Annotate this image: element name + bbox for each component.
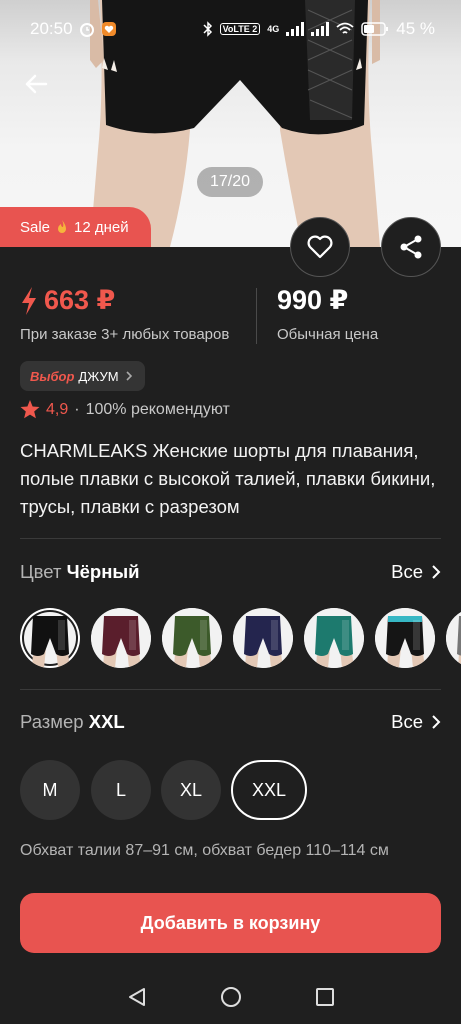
swatch-thumbnail bbox=[446, 612, 461, 668]
wifi-icon bbox=[336, 22, 354, 34]
color-swatch-selected[interactable] bbox=[20, 608, 80, 668]
back-button[interactable] bbox=[20, 68, 52, 100]
size-label: Размер bbox=[20, 711, 84, 732]
color-swatch[interactable] bbox=[91, 608, 151, 668]
rating-separator: · bbox=[74, 400, 80, 418]
nav-back-icon[interactable] bbox=[126, 986, 148, 1008]
image-counter: 17/20 bbox=[197, 167, 263, 197]
divider bbox=[20, 689, 441, 690]
color-label: Цвет bbox=[20, 561, 62, 582]
bluetooth-icon bbox=[203, 21, 212, 37]
choice-badge[interactable]: Выбор ДЖУМ bbox=[20, 361, 145, 391]
heart-icon bbox=[307, 235, 333, 259]
signal-icon-2 bbox=[311, 22, 330, 36]
swatch-thumbnail bbox=[162, 608, 222, 668]
size-selected: XXL bbox=[88, 711, 125, 732]
swatch-thumbnail bbox=[24, 612, 76, 668]
battery-level: 45 % bbox=[396, 19, 435, 38]
sale-badge: Sale 12 дней bbox=[0, 207, 151, 247]
rating-value: 4,9 bbox=[46, 400, 69, 418]
fire-icon bbox=[58, 220, 67, 233]
product-image[interactable]: 20:50 VoLTE 2 4G 45 % 17/20 Sale 12 дней bbox=[0, 0, 461, 247]
regular-price: 990 ₽ bbox=[277, 285, 349, 315]
nav-recents-icon[interactable] bbox=[314, 986, 336, 1008]
lightning-icon bbox=[22, 286, 36, 315]
size-header[interactable]: Размер XXL Все bbox=[20, 711, 441, 733]
alarm-icon bbox=[79, 23, 94, 37]
system-nav-bar bbox=[0, 970, 461, 1024]
network-gen-label: 4G bbox=[267, 24, 280, 34]
sale-price-value: 663 ₽ bbox=[44, 285, 116, 315]
color-swatch[interactable] bbox=[233, 608, 293, 668]
color-header[interactable]: Цвет Чёрный Все bbox=[20, 561, 441, 583]
status-time: 20:50 bbox=[30, 19, 73, 38]
status-bar: 20:50 VoLTE 2 4G 45 % bbox=[0, 0, 461, 58]
size-option[interactable]: M bbox=[20, 760, 80, 820]
badge-prefix: Выбор bbox=[30, 368, 75, 384]
chevron-right-icon bbox=[432, 565, 441, 579]
star-icon bbox=[20, 400, 40, 419]
sale-days: 12 дней bbox=[74, 218, 129, 236]
chevron-right-icon bbox=[126, 371, 132, 381]
share-icon bbox=[400, 235, 422, 259]
swatch-thumbnail bbox=[375, 608, 435, 668]
divider bbox=[20, 538, 441, 539]
size-note: Обхват талии 87–91 см, обхват бедер 110–… bbox=[20, 842, 389, 859]
sale-label: Sale bbox=[20, 218, 51, 236]
color-label-group: Цвет Чёрный bbox=[20, 561, 140, 583]
swatch-thumbnail bbox=[91, 608, 151, 668]
color-all-link[interactable]: Все bbox=[391, 561, 441, 583]
swatch-thumbnail bbox=[233, 608, 293, 668]
signal-icon bbox=[286, 22, 305, 36]
swatch-thumbnail bbox=[304, 608, 364, 668]
arrow-left-icon bbox=[25, 74, 48, 94]
app-notification-icon bbox=[101, 22, 116, 36]
color-swatch[interactable] bbox=[304, 608, 364, 668]
price-block: 663 ₽ При заказе 3+ любых товаров 990 ₽ … bbox=[20, 285, 440, 345]
color-swatches bbox=[20, 608, 461, 668]
regular-price-caption: Обычная цена bbox=[277, 326, 379, 343]
rating-row[interactable]: 4,9 · 100% рекомендуют bbox=[20, 400, 230, 419]
color-swatch[interactable] bbox=[375, 608, 435, 668]
battery-icon bbox=[361, 22, 389, 36]
color-all-label: Все bbox=[391, 561, 423, 582]
size-all-label: Все bbox=[391, 711, 423, 732]
recommend-text: 100% рекомендуют bbox=[85, 400, 230, 418]
product-title: CHARMLEAKS Женские шорты для плавания, п… bbox=[20, 440, 436, 517]
sale-price: 663 ₽ bbox=[20, 285, 115, 316]
color-swatch[interactable] bbox=[162, 608, 222, 668]
nav-home-icon[interactable] bbox=[220, 986, 242, 1008]
volte-icon: VoLTE 2 bbox=[219, 23, 261, 35]
add-to-cart-button[interactable]: Добавить в корзину bbox=[20, 893, 441, 953]
size-option-selected[interactable]: XXL bbox=[231, 760, 307, 820]
color-selected: Чёрный bbox=[66, 561, 140, 582]
size-option[interactable]: XL bbox=[161, 760, 221, 820]
size-all-link[interactable]: Все bbox=[391, 711, 441, 733]
size-label-group: Размер XXL bbox=[20, 711, 125, 733]
price-divider bbox=[256, 288, 257, 344]
favorite-button[interactable] bbox=[290, 217, 350, 277]
badge-label: ДЖУМ bbox=[78, 368, 119, 384]
sale-price-caption: При заказе 3+ любых товаров bbox=[20, 326, 230, 343]
size-option[interactable]: L bbox=[91, 760, 151, 820]
chevron-right-icon bbox=[432, 715, 441, 729]
share-button[interactable] bbox=[381, 217, 441, 277]
color-swatch[interactable] bbox=[446, 608, 461, 668]
